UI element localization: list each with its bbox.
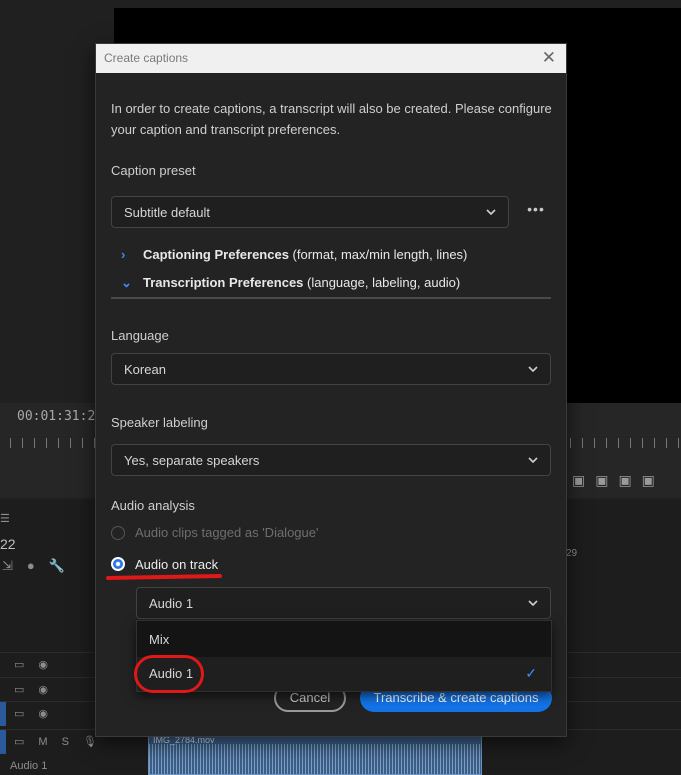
annotation-circle	[134, 655, 204, 693]
monitor-tool-icons[interactable]: ▣▣▣▣	[572, 472, 665, 489]
track-target-indicator[interactable]	[0, 702, 6, 726]
dialog-header: Create captions ✕	[96, 44, 566, 73]
timeline-tool-icons[interactable]: ⇲●🔧	[2, 558, 79, 574]
dialogue-clips-label: Audio clips tagged as 'Dialogue'	[135, 525, 319, 540]
section-divider	[111, 297, 551, 299]
chevron-down-icon: ⌄	[121, 275, 132, 290]
audio-clip[interactable]: IMG_2784.mov	[148, 733, 482, 775]
track-toggle-icons[interactable]: ▭◉	[14, 658, 62, 671]
checkmark-icon: ✓	[525, 665, 537, 681]
audio-track-label: Audio 1	[10, 760, 48, 772]
captioning-preferences-toggle[interactable]: › Captioning Preferences (format, max/min…	[121, 247, 467, 262]
chevron-down-icon	[528, 457, 538, 464]
language-value: Korean	[124, 362, 166, 377]
timeline-timecode: 22	[0, 536, 16, 552]
speaker-labeling-value: Yes, separate speakers	[124, 453, 260, 468]
clip-waveform	[149, 744, 481, 774]
track-toggle-icons[interactable]: ▭◉	[14, 707, 62, 720]
transcription-preferences-toggle[interactable]: ⌄ Transcription Preferences (language, la…	[121, 275, 460, 291]
timecode[interactable]: 00:01:31:22	[17, 409, 103, 424]
caption-preset-label: Caption preset	[111, 163, 196, 178]
speaker-labeling-label: Speaker labeling	[111, 415, 208, 430]
transcription-preferences-detail: (language, labeling, audio)	[303, 275, 461, 290]
language-label: Language	[111, 328, 169, 343]
captioning-preferences-title: Captioning Preferences	[143, 247, 289, 262]
more-options-icon[interactable]: •••	[523, 201, 549, 221]
caption-preset-value: Subtitle default	[124, 205, 211, 220]
chevron-down-icon	[528, 600, 538, 607]
monitor-ruler-right	[570, 438, 681, 448]
speaker-labeling-select[interactable]: Yes, separate speakers	[111, 444, 551, 476]
dialog-title: Create captions	[104, 51, 189, 65]
dialogue-clips-radio[interactable]	[111, 526, 125, 540]
chevron-right-icon: ›	[121, 247, 126, 262]
captioning-preferences-detail: (format, max/min length, lines)	[288, 247, 468, 262]
caption-preset-select[interactable]: Subtitle default	[111, 196, 509, 228]
timeline-ruler-marker: 29	[566, 548, 578, 559]
language-select[interactable]: Korean	[111, 353, 551, 385]
audio-track-select[interactable]: Audio 1	[136, 587, 551, 619]
chevron-down-icon	[528, 366, 538, 373]
dialog-intro-text: In order to create captions, a transcrip…	[111, 101, 552, 137]
track-target-indicator[interactable]	[0, 730, 6, 754]
timeline-menu-icon[interactable]: ☰	[0, 512, 10, 525]
transcription-preferences-title: Transcription Preferences	[143, 275, 304, 290]
close-icon[interactable]: ✕	[542, 48, 556, 68]
chevron-down-icon	[486, 209, 496, 216]
menu-option-label: Mix	[149, 632, 170, 647]
track-toggle-icons[interactable]: ▭◉	[14, 683, 62, 696]
create-captions-dialog: Create captions ✕ In order to create cap…	[95, 43, 567, 737]
audio-on-track-radio[interactable]	[111, 557, 125, 571]
audio-analysis-label: Audio analysis	[111, 498, 195, 513]
audio-on-track-label: Audio on track	[135, 557, 219, 572]
audio-track-value: Audio 1	[149, 596, 194, 611]
menu-option-mix[interactable]: Mix	[137, 623, 551, 657]
annotation-underline	[105, 573, 223, 581]
